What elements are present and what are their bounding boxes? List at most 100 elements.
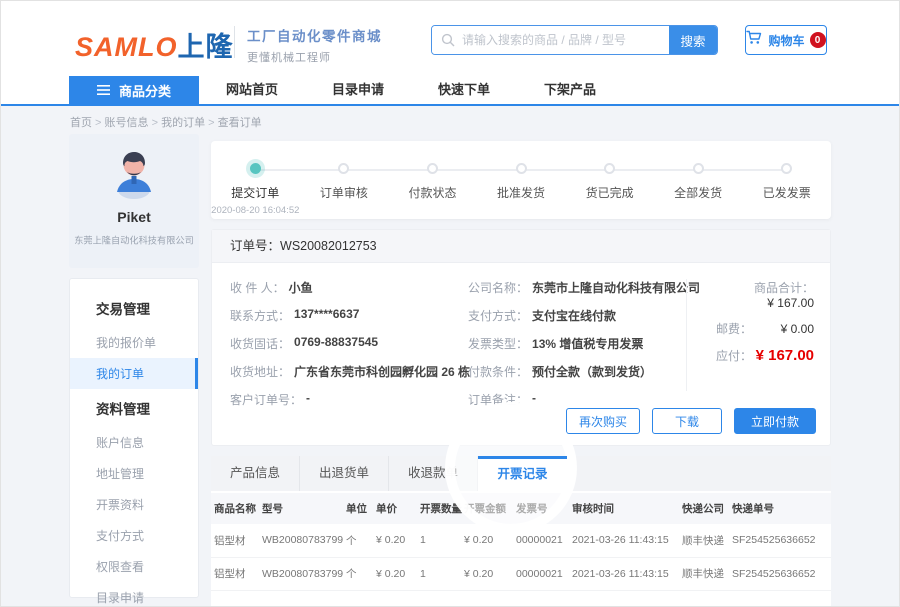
tab-shipping-returns[interactable]: 出退货单 <box>300 456 389 491</box>
cell-unit-price: ¥ 0.20 <box>373 557 417 590</box>
payment-method: 支付宝在线付款 <box>532 307 616 324</box>
shipping-address: 广东省东莞市科创园孵化园 26 栋 <box>294 363 470 380</box>
download-button[interactable]: 下载 <box>652 408 722 434</box>
step-dot <box>516 163 527 174</box>
cell-product-name: 铝型材 <box>211 557 259 590</box>
cell-unit: 个 <box>343 557 373 590</box>
page: SAMLO上隆 工厂自动化零件商城 更懂机械工程师 搜索 购物车 0 商品分 <box>0 0 900 607</box>
receiver-landline: 0769-88837545 <box>294 335 378 352</box>
search-input[interactable] <box>432 26 669 54</box>
subtotal-label: 商品合计： <box>754 281 814 295</box>
tab-payments-refunds[interactable]: 收退款单 <box>389 456 478 491</box>
order-company-column: 公司名称：东莞市上隆自动化科技有限公司 支付方式：支付宝在线付款 发票类型：13… <box>468 279 686 419</box>
cell-review-time: 2021-03-26 11:43:15 <box>569 524 679 557</box>
sidebar-item-payment[interactable]: 支付方式 <box>70 520 198 551</box>
step-invoice-issued: 已发发票 <box>742 163 831 216</box>
step-payment-status: 付款状态 <box>388 163 477 216</box>
field-label: 收 件 人： <box>230 279 285 296</box>
hamburger-icon <box>97 83 110 98</box>
col-invoice-number: 发票号 <box>513 493 569 524</box>
nav-item-offshelf-products[interactable]: 下架产品 <box>517 76 623 104</box>
search-button[interactable]: 搜索 <box>669 26 717 54</box>
invoice-records-table: 商品名称 型号 单位 单价 开票数量 开票金额 发票号 审核时间 快递公司 快递… <box>211 493 831 591</box>
step-dot <box>604 163 615 174</box>
step-approve-shipping: 批准发货 <box>477 163 566 216</box>
amount-due-label: 应付： <box>716 349 752 363</box>
cart-label: 购物车 <box>768 32 804 49</box>
pay-now-button[interactable]: 立即付款 <box>734 408 816 434</box>
invoice-type: 13% 增值税专用发票 <box>532 335 643 352</box>
step-dot <box>427 163 438 174</box>
breadcrumb-home[interactable]: 首页 <box>70 117 105 129</box>
user-card: Piket 东莞上隆自动化科技有限公司 <box>69 134 199 268</box>
step-all-shipped: 全部发货 <box>654 163 743 216</box>
nav-item-quick-order[interactable]: 快速下单 <box>411 76 517 104</box>
nav-item-catalog-apply[interactable]: 目录申请 <box>305 76 411 104</box>
order-progress-card: 提交订单 2020-08-20 16:04:52 订单审核 付款状态 批准发货 <box>211 141 831 219</box>
cell-invoice-number: 00000021 <box>513 524 569 557</box>
buy-again-button[interactable]: 再次购买 <box>566 408 640 434</box>
field-label: 发票类型： <box>468 335 528 352</box>
search-box: 搜索 <box>431 25 718 55</box>
sidebar-item-permissions[interactable]: 权限查看 <box>70 551 198 582</box>
col-product-name: 商品名称 <box>211 493 259 524</box>
breadcrumb: 首页账号信息我的订单查看订单 <box>70 114 262 130</box>
step-order-review: 订单审核 <box>300 163 389 216</box>
cell-unit: 个 <box>343 524 373 557</box>
order-detail-card: 订单号：WS20082012753 收 件 人：小鱼 联系方式：137****6… <box>211 229 831 446</box>
order-number-label: 订单号： <box>230 239 280 253</box>
field-label: 公司名称： <box>468 279 528 296</box>
breadcrumb-account[interactable]: 账号信息 <box>105 117 162 129</box>
cell-tracking-number: SF254525636652 <box>729 557 831 590</box>
order-progress-steps: 提交订单 2020-08-20 16:04:52 订单审核 付款状态 批准发货 <box>211 141 831 216</box>
sidebar-item-my-orders[interactable]: 我的订单 <box>70 358 198 389</box>
cell-invoice-number: 00000021 <box>513 557 569 590</box>
order-number-bar: 订单号：WS20082012753 <box>212 230 830 263</box>
cell-invoice-amount: ¥ 0.20 <box>461 524 513 557</box>
tagline-sub: 更懂机械工程师 <box>247 49 382 65</box>
field-label: 收货地址： <box>230 363 290 380</box>
navbar: 商品分类 网站首页 目录申请 快速下单 下架产品 <box>1 76 899 106</box>
company-name: 东莞市上隆自动化科技有限公司 <box>532 279 700 296</box>
col-unit: 单位 <box>343 493 373 524</box>
search-icon <box>441 33 455 52</box>
tagline-main: 工厂自动化零件商城 <box>247 25 382 45</box>
logo[interactable]: SAMLO上隆 <box>75 25 234 64</box>
logo-samlo: SAMLO <box>75 32 178 62</box>
order-tabs-card: 产品信息 出退货单 收退款单 开票记录 商品名称 型号 单位 单价 <box>211 456 831 607</box>
field-label: 联系方式： <box>230 307 290 324</box>
col-model: 型号 <box>259 493 343 524</box>
step-dot <box>338 163 349 174</box>
sidebar-item-invoice-info[interactable]: 开票资料 <box>70 489 198 520</box>
sidebar-item-address[interactable]: 地址管理 <box>70 458 198 489</box>
breadcrumb-my-orders[interactable]: 我的订单 <box>161 117 218 129</box>
col-invoice-qty: 开票数量 <box>417 493 461 524</box>
tab-invoice-records[interactable]: 开票记录 <box>478 456 567 491</box>
amount-due-value: ¥ 167.00 <box>752 347 814 364</box>
cell-tracking-number: SF254525636652 <box>729 524 831 557</box>
order-summary: 商品合计：¥ 167.00 邮费：¥ 0.00 应付：¥ 167.00 <box>701 279 830 419</box>
summary-divider <box>686 279 687 391</box>
category-menu-button[interactable]: 商品分类 <box>69 76 199 104</box>
tab-product-info[interactable]: 产品信息 <box>211 456 300 491</box>
cell-product-name: 铝型材 <box>211 524 259 557</box>
col-invoice-amount: 开票金额 <box>461 493 513 524</box>
col-review-time: 审核时间 <box>569 493 679 524</box>
cell-model: WB20080783799 <box>259 524 343 557</box>
tagline: 工厂自动化零件商城 更懂机械工程师 <box>247 25 382 65</box>
cell-courier: 顺丰快递 <box>679 524 729 557</box>
table-header-row: 商品名称 型号 单位 单价 开票数量 开票金额 发票号 审核时间 快递公司 快递… <box>211 493 831 524</box>
sidebar-item-account-info[interactable]: 账户信息 <box>70 427 198 458</box>
cart-button[interactable]: 购物车 0 <box>745 25 827 55</box>
nav-item-home[interactable]: 网站首页 <box>199 76 305 104</box>
sidebar-item-catalog-apply[interactable]: 目录申请 <box>70 582 198 607</box>
tabs-filler <box>567 456 831 491</box>
shipping-fee-value: ¥ 0.00 <box>752 322 814 336</box>
cart-icon <box>746 30 763 50</box>
sidebar-item-my-quotes[interactable]: 我的报价单 <box>70 327 198 358</box>
category-menu-label: 商品分类 <box>119 81 171 100</box>
receiver-phone: 137****6637 <box>294 307 359 324</box>
user-name: Piket <box>69 209 199 225</box>
sidebar-heading-trade: 交易管理 <box>70 289 198 327</box>
step-submit-order: 提交订单 2020-08-20 16:04:52 <box>211 163 300 216</box>
